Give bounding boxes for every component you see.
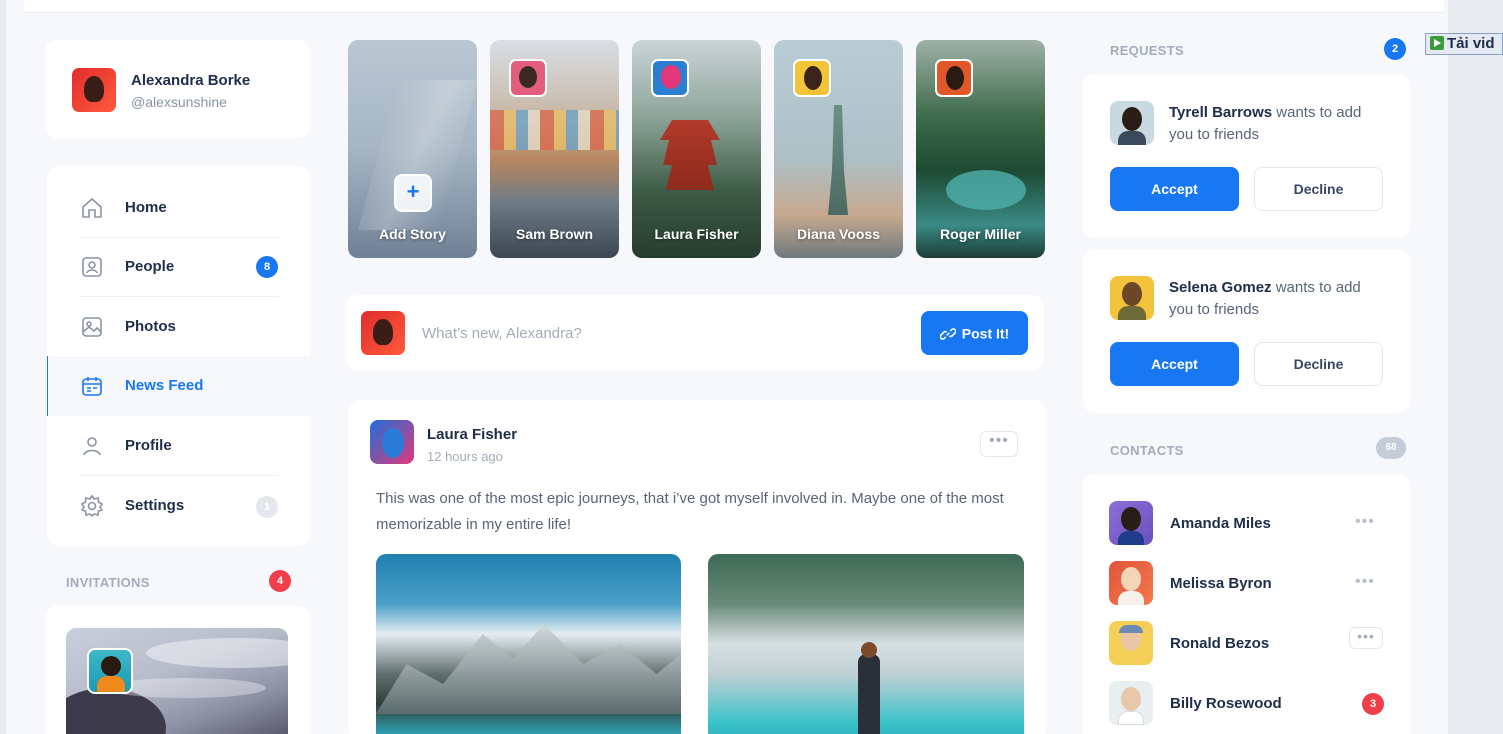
contact-more-button[interactable]: •••	[1349, 627, 1383, 649]
sidebar-item-settings[interactable]: Settings 1	[47, 476, 310, 536]
story-label: Diana Vooss	[797, 226, 880, 242]
post-timestamp: 12 hours ago	[427, 449, 503, 464]
story-sam-brown[interactable]: Sam Brown	[490, 40, 619, 258]
request-text: Tyrell Barrows wants to add you to frien…	[1169, 102, 1389, 146]
contact-name: Melissa Byron	[1170, 575, 1272, 592]
post-more-button[interactable]: •••	[980, 431, 1018, 457]
story-label: Roger Miller	[940, 226, 1021, 242]
accept-button[interactable]: Accept	[1110, 342, 1239, 386]
post-author-name[interactable]: Laura Fisher	[427, 426, 517, 443]
post-photo-valley[interactable]	[708, 554, 1024, 734]
download-video-button[interactable]: Tải vid	[1425, 33, 1503, 55]
request-avatar[interactable]	[1110, 276, 1154, 320]
post-text: This was one of the most epic journeys, …	[376, 490, 1004, 533]
post-composer: What’s new, Alexandra? Post It!	[346, 295, 1044, 371]
story-laura-fisher[interactable]: Laura Fisher	[632, 40, 761, 258]
people-icon	[82, 257, 102, 277]
post-it-label: Post It!	[961, 325, 1010, 342]
play-icon	[1430, 36, 1444, 50]
contact-more-icon[interactable]: •••	[1355, 513, 1375, 531]
post-card: Laura Fisher 12 hours ago ••• This was o…	[348, 400, 1046, 734]
news-feed-icon	[82, 377, 102, 396]
sidebar-item-label: Photos	[125, 318, 176, 335]
contact-name: Ronald Bezos	[1170, 635, 1270, 652]
post-author-avatar[interactable]	[370, 420, 414, 464]
story-avatar	[509, 59, 547, 97]
contact-more-icon[interactable]: •••	[1355, 573, 1375, 591]
story-avatar	[793, 59, 831, 97]
decline-button[interactable]: Decline	[1254, 167, 1383, 211]
avatar[interactable]	[72, 68, 116, 112]
home-icon	[82, 197, 102, 218]
friend-request-card: Tyrell Barrows wants to add you to frien…	[1083, 74, 1410, 238]
story-avatar	[935, 59, 973, 97]
sidebar-item-label: Home	[125, 199, 167, 216]
add-story-plus-icon[interactable]: +	[394, 174, 432, 212]
invitations-title: INVITATIONS	[66, 575, 150, 590]
contact-unread-badge: 3	[1362, 693, 1384, 715]
photos-icon	[82, 317, 102, 337]
sidebar-item-photos[interactable]: Photos	[47, 297, 310, 357]
sidebar-item-profile[interactable]: Profile	[47, 416, 310, 476]
contacts-count-badge: 68	[1376, 437, 1406, 459]
contact-avatar	[1109, 561, 1153, 605]
sidebar-item-label: Settings	[125, 497, 185, 514]
contact-item[interactable]: Billy Rosewood 3	[1109, 681, 1389, 725]
request-text: Selena Gomez wants to add you to friends	[1169, 277, 1389, 321]
sidebar-item-label: People	[125, 258, 175, 275]
contact-avatar	[1109, 621, 1153, 665]
composer-input[interactable]: What’s new, Alexandra?	[422, 325, 582, 342]
sidebar-nav: Home People 8 Photos News Feed Profile S…	[47, 166, 310, 546]
people-count-badge: 8	[256, 256, 278, 278]
sidebar-item-people[interactable]: People 8	[47, 237, 310, 297]
profile-name: Alexandra Borke	[131, 72, 251, 89]
contact-item[interactable]: Melissa Byron •••	[1109, 561, 1389, 605]
settings-count-badge: 1	[256, 496, 278, 518]
top-bar	[24, 0, 1444, 13]
download-video-label: Tải vid	[1447, 35, 1495, 52]
story-diana-vooss[interactable]: Diana Vooss	[774, 40, 903, 258]
sidebar-item-label: Profile	[125, 437, 172, 454]
request-name[interactable]: Tyrell Barrows	[1169, 104, 1272, 121]
requests-title: REQUESTS	[1110, 43, 1184, 58]
app-window: Alexandra Borke @alexsunshine Home Peopl…	[0, 0, 1448, 734]
story-label: Add Story	[379, 226, 446, 242]
decline-button[interactable]: Decline	[1254, 342, 1383, 386]
contact-name: Amanda Miles	[1170, 515, 1271, 532]
story-avatar	[651, 59, 689, 97]
contact-item[interactable]: Ronald Bezos •••	[1109, 621, 1389, 665]
contact-avatar	[1109, 501, 1153, 545]
contact-item[interactable]: Amanda Miles •••	[1109, 501, 1389, 545]
sidebar-item-news-feed[interactable]: News Feed	[47, 356, 310, 416]
accept-button[interactable]: Accept	[1110, 167, 1239, 211]
invitations-count-badge: 4	[269, 570, 291, 592]
invitation-avatar	[87, 648, 133, 694]
request-name[interactable]: Selena Gomez	[1169, 279, 1272, 296]
avatar	[361, 311, 405, 355]
contact-avatar	[1109, 681, 1153, 725]
contact-name: Billy Rosewood	[1170, 695, 1282, 712]
contacts-title: CONTACTS	[1110, 443, 1184, 458]
requests-count-badge: 2	[1384, 38, 1406, 60]
profile-icon	[83, 437, 101, 456]
story-label: Laura Fisher	[654, 226, 739, 242]
sidebar-item-label: News Feed	[125, 377, 204, 394]
post-it-button[interactable]: Post It!	[921, 311, 1028, 355]
profile-card[interactable]: Alexandra Borke @alexsunshine	[45, 40, 310, 138]
sidebar-item-home[interactable]: Home	[47, 178, 310, 238]
story-add[interactable]: + Add Story	[348, 40, 477, 258]
story-roger-miller[interactable]: Roger Miller	[916, 40, 1045, 258]
profile-handle: @alexsunshine	[131, 94, 227, 110]
contacts-card: Amanda Miles ••• Melissa Byron ••• Ronal…	[1083, 474, 1410, 734]
story-label: Sam Brown	[515, 226, 593, 242]
link-icon	[939, 327, 957, 340]
invitation-card[interactable]	[45, 606, 310, 734]
friend-request-card: Selena Gomez wants to add you to friends…	[1083, 249, 1410, 413]
post-photo-mountains[interactable]	[376, 554, 681, 734]
request-avatar[interactable]	[1110, 101, 1154, 145]
settings-icon	[80, 494, 104, 518]
